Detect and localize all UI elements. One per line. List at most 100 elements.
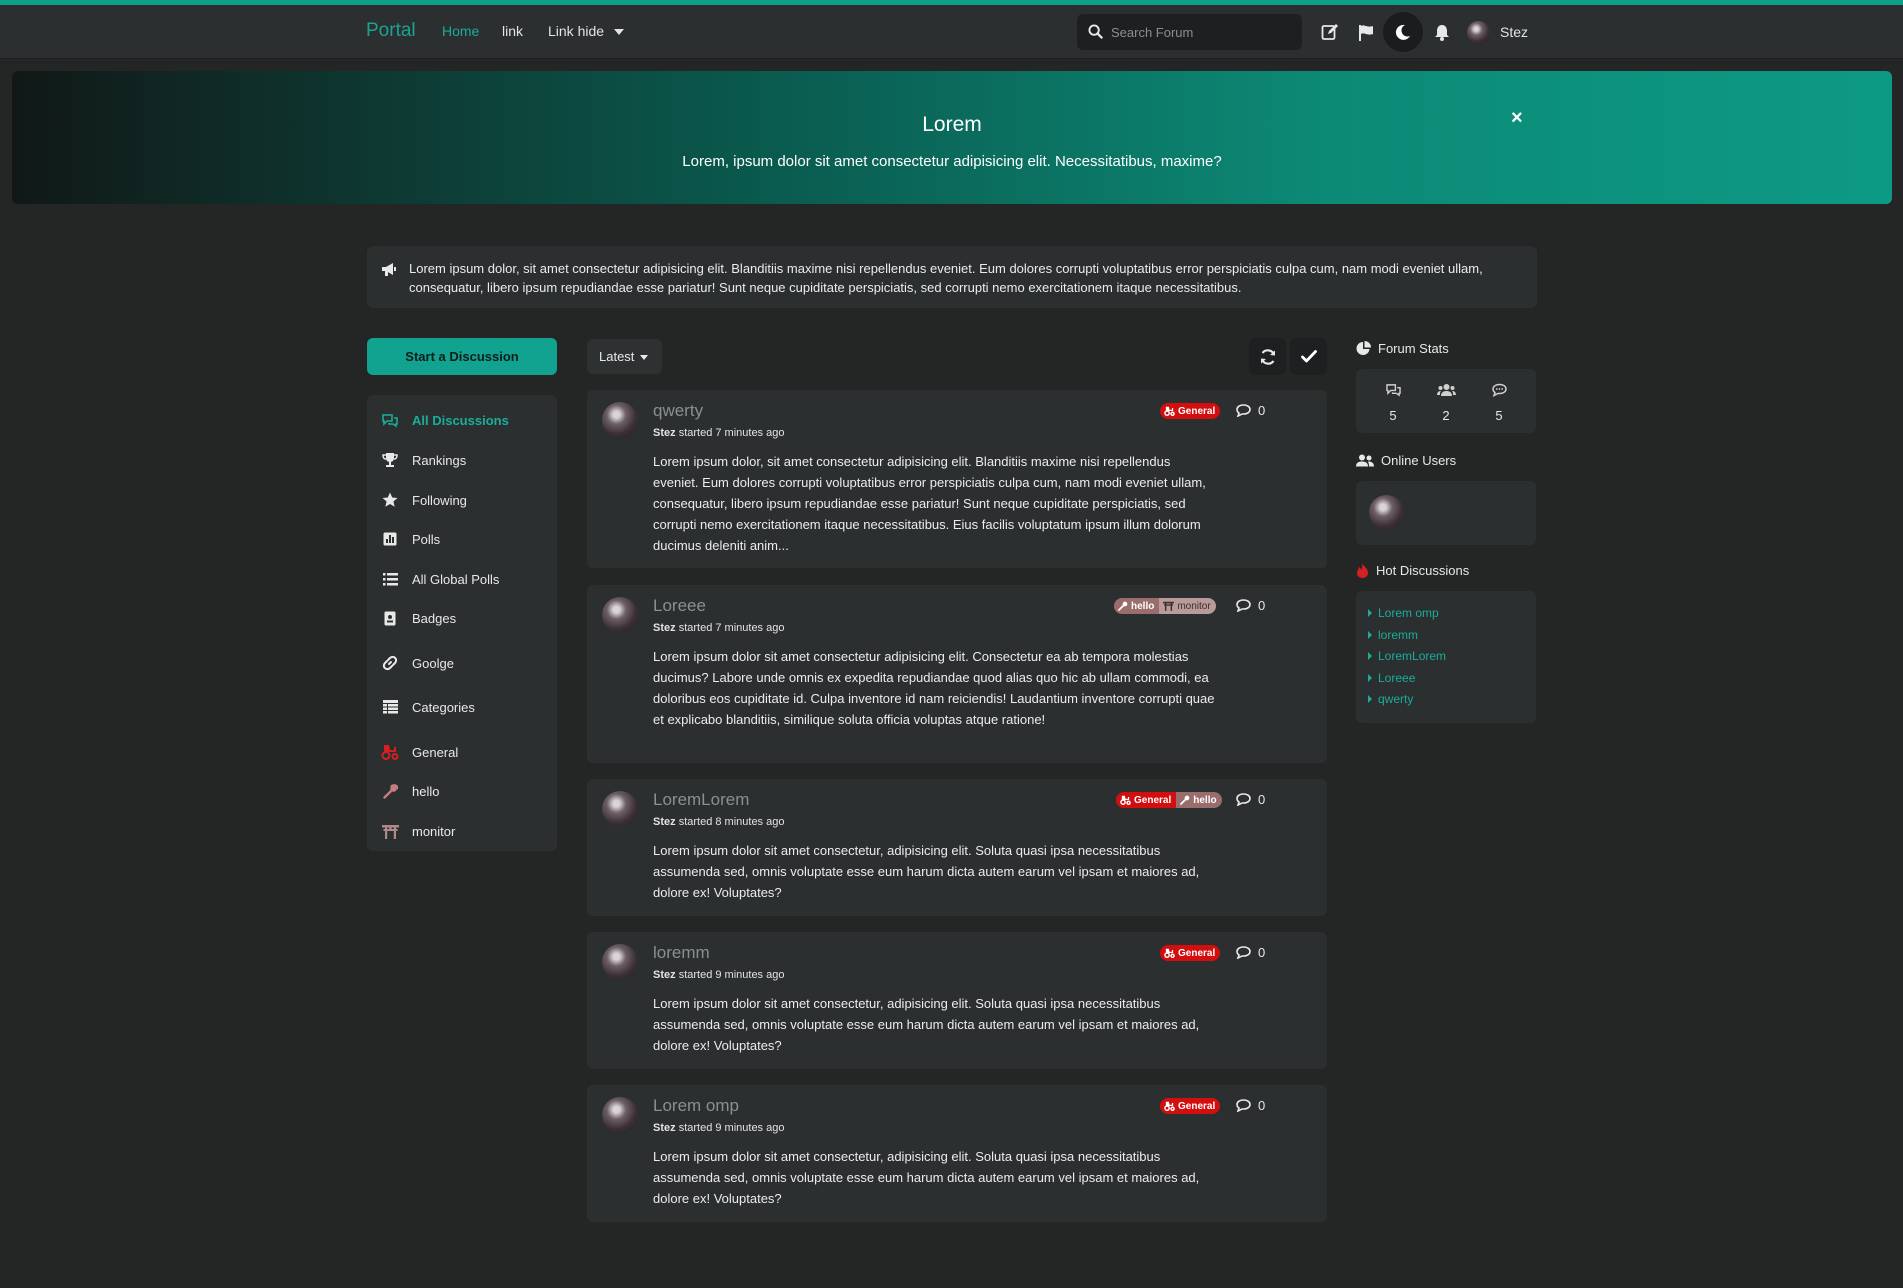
hot-discussion-label: loremm — [1378, 628, 1419, 642]
announcement-text: Lorem ipsum dolor, sit amet consectetur … — [409, 261, 1483, 295]
hot-discussion-label: LoremLorem — [1378, 649, 1447, 663]
refresh-icon — [1260, 348, 1275, 365]
sidebar-item-rankings[interactable]: Rankings — [367, 445, 557, 475]
user-friends-icon — [1356, 454, 1374, 467]
author-avatar[interactable] — [602, 402, 638, 438]
sidebar-item-all-global-polls[interactable]: All Global Polls — [367, 564, 557, 594]
bell-icon[interactable] — [1429, 19, 1455, 45]
discussion-title[interactable]: Lorem omp — [653, 1096, 739, 1116]
brand-logo[interactable]: Portal — [366, 20, 416, 42]
sidebar-item-label: Following — [412, 493, 467, 508]
search-input[interactable] — [1111, 14, 1296, 50]
started-time: started 7 minutes ago — [678, 622, 785, 634]
compose-icon[interactable] — [1317, 19, 1343, 45]
link-icon — [381, 655, 399, 671]
user-name[interactable]: Stez — [1500, 24, 1528, 40]
caret-right-icon — [1368, 674, 1372, 682]
author-avatar[interactable] — [602, 1097, 638, 1133]
discussion-card[interactable]: LoremLorem Stez started 8 minutes ago Ge… — [587, 779, 1327, 916]
stat-posts-value: 5 — [1495, 408, 1503, 423]
mark-all-read-button[interactable] — [1290, 338, 1327, 375]
discussion-title[interactable]: LoremLorem — [653, 790, 749, 810]
sidebar-item-label: All Discussions — [412, 413, 509, 428]
tractor-icon — [1120, 795, 1131, 805]
tag-hello[interactable]: hello — [1114, 598, 1160, 614]
comment-icon — [1236, 946, 1251, 959]
discussion-card[interactable]: Lorem omp Stez started 9 minutes ago Gen… — [587, 1085, 1327, 1222]
nav-link-hide[interactable]: Link hide — [548, 23, 625, 39]
list-icon — [381, 571, 399, 587]
chevron-down-icon — [614, 29, 625, 36]
sidebar-item-goolge[interactable]: Goolge — [367, 648, 557, 678]
online-users-heading: Online Users — [1356, 453, 1456, 468]
wrench-icon — [1118, 601, 1128, 611]
hot-discussion-link[interactable]: qwerty — [1368, 692, 1413, 706]
sort-label: Latest — [599, 349, 635, 364]
start-discussion-button[interactable]: Start a Discussion — [367, 338, 557, 375]
nav-link[interactable]: link — [502, 23, 523, 39]
sidebar-item-polls[interactable]: Polls — [367, 524, 557, 554]
discussion-card[interactable]: qwerty Stez started 7 minutes ago Genera… — [587, 390, 1327, 568]
discussion-card[interactable]: loremm Stez started 9 minutes ago Genera… — [587, 932, 1327, 1069]
hot-discussion-link[interactable]: LoremLorem — [1368, 649, 1446, 663]
caret-right-icon — [1368, 695, 1372, 703]
discussion-meta: Stez started 9 minutes ago — [653, 969, 784, 981]
forum-stats-heading: Forum Stats — [1356, 341, 1449, 356]
online-user-avatar[interactable] — [1369, 495, 1404, 530]
chevron-down-icon — [640, 355, 649, 361]
author-name[interactable]: Stez — [653, 427, 676, 439]
author-name[interactable]: Stez — [653, 969, 676, 981]
author-name[interactable]: Stez — [653, 1122, 676, 1134]
sidebar-item-hello[interactable]: hello — [367, 776, 557, 806]
hot-discussion-label: qwerty — [1378, 692, 1414, 706]
tag-general[interactable]: General — [1116, 792, 1177, 808]
hot-discussions-heading: Hot Discussions — [1356, 563, 1469, 578]
sidebar-item-following[interactable]: Following — [367, 485, 557, 515]
author-avatar[interactable] — [602, 944, 638, 980]
sidebar-item-badges[interactable]: Badges — [367, 603, 557, 633]
discussion-excerpt: Lorem ipsum dolor sit amet consectetur a… — [653, 649, 1215, 727]
sidebar-item-general[interactable]: General — [367, 737, 557, 767]
hot-discussion-label: Loreee — [1378, 671, 1416, 685]
discussion-title[interactable]: qwerty — [653, 401, 703, 421]
sidebar-item-monitor[interactable]: monitor — [367, 816, 557, 846]
author-name[interactable]: Stez — [653, 816, 676, 828]
flag-icon[interactable] — [1353, 19, 1379, 45]
nav-home[interactable]: Home — [442, 23, 479, 39]
tag-monitor[interactable]: monitor — [1159, 598, 1216, 614]
tag-label: General — [1134, 794, 1172, 806]
reply-count-value: 0 — [1258, 792, 1266, 807]
tag-general[interactable]: General — [1160, 945, 1221, 961]
discussion-card[interactable]: Loreee Stez started 7 minutes ago hello … — [587, 585, 1327, 763]
hero-banner: Lorem Lorem, ipsum dolor sit amet consec… — [12, 71, 1892, 204]
users-icon — [1436, 384, 1456, 396]
sidebar-item-categories[interactable]: Categories — [367, 692, 557, 722]
dark-mode-toggle[interactable] — [1383, 12, 1423, 52]
hot-discussion-link[interactable]: Lorem omp — [1368, 606, 1439, 620]
refresh-button[interactable] — [1249, 338, 1286, 375]
discussion-meta: Stez started 9 minutes ago — [653, 1122, 784, 1134]
search-box[interactable] — [1077, 14, 1302, 50]
sort-dropdown[interactable]: Latest — [587, 339, 662, 374]
fire-icon — [1357, 563, 1368, 578]
tag-general[interactable]: General — [1160, 403, 1221, 419]
sidebar-item-all-discussions[interactable]: All Discussions — [367, 405, 557, 435]
author-avatar[interactable] — [602, 597, 638, 633]
author-avatar[interactable] — [602, 791, 638, 827]
check-icon — [1300, 350, 1317, 363]
sidebar-item-label: monitor — [412, 824, 456, 839]
hot-discussion-link[interactable]: loremm — [1368, 628, 1418, 642]
discussion-title[interactable]: loremm — [653, 943, 710, 963]
discussion-title[interactable]: Loreee — [653, 596, 706, 616]
author-name[interactable]: Stez — [653, 622, 676, 634]
user-avatar[interactable] — [1467, 21, 1490, 44]
hot-discussions-box: Lorem omp loremm LoremLorem Loreee qwert… — [1356, 591, 1536, 723]
comment-icon — [1236, 404, 1251, 417]
tractor-icon — [1164, 406, 1175, 416]
tag-general[interactable]: General — [1160, 1098, 1221, 1114]
started-time: started 9 minutes ago — [678, 969, 785, 981]
comment-icon — [1236, 793, 1251, 806]
tag-hello[interactable]: hello — [1176, 792, 1222, 808]
close-icon[interactable]: × — [1511, 107, 1523, 130]
hot-discussion-link[interactable]: Loreee — [1368, 671, 1415, 685]
